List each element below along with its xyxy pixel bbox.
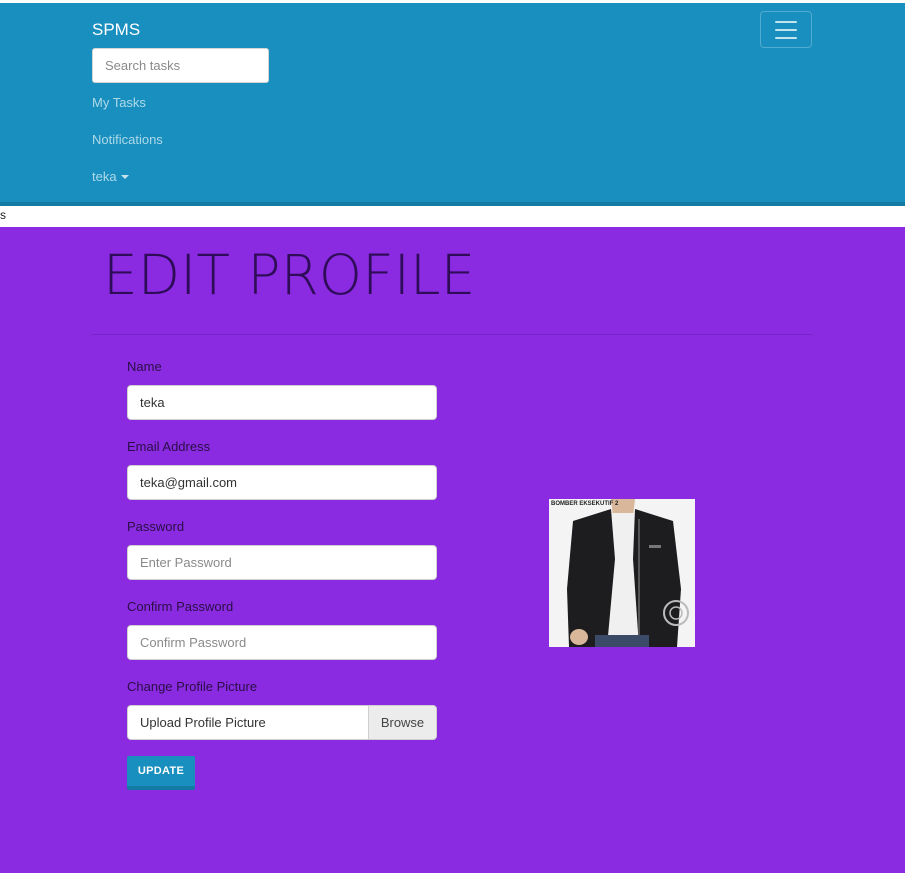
name-label: Name	[127, 359, 162, 374]
search-input[interactable]	[92, 48, 269, 83]
hamburger-icon-bar	[775, 20, 797, 23]
nav-link-notifications[interactable]: Notifications	[92, 132, 163, 147]
name-field[interactable]: teka	[127, 385, 437, 420]
nav-link-my-tasks[interactable]: My Tasks	[92, 95, 146, 110]
top-navbar: SPMS My Tasks Notifications teka	[0, 3, 905, 206]
password-label: Password	[127, 519, 185, 534]
profile-picture-upload[interactable]: Upload Profile Picture Browse	[127, 705, 437, 740]
browse-button[interactable]: Browse	[368, 705, 437, 740]
profile-picture: BOMBER EKSEKUTIF 2	[549, 499, 695, 647]
title-divider	[92, 334, 812, 335]
password-field[interactable]	[127, 545, 437, 580]
email-field[interactable]: teka@gmail.com	[127, 465, 437, 500]
edit-profile-section: EDIT PROFILE Name teka Email Address tek…	[0, 227, 905, 873]
confirm-password-label: Confirm Password	[127, 599, 234, 614]
confirm-password-field[interactable]	[127, 625, 437, 660]
user-dropdown[interactable]: teka	[92, 169, 129, 184]
hamburger-icon-bar	[775, 28, 797, 31]
update-button[interactable]: UPDATE	[127, 756, 195, 790]
profile-photo-illustration	[549, 499, 695, 647]
brand-logo[interactable]: SPMS	[92, 20, 140, 40]
stray-text: s	[0, 208, 6, 222]
user-dropdown-label: teka	[92, 169, 117, 184]
product-caption: BOMBER EKSEKUTIF 2	[551, 501, 619, 507]
hamburger-icon-bar	[775, 36, 797, 39]
page-title: EDIT PROFILE	[103, 243, 476, 307]
upload-file-input[interactable]: Upload Profile Picture	[127, 705, 368, 740]
email-label: Email Address	[127, 439, 211, 454]
caret-down-icon	[120, 175, 129, 179]
navbar-toggle-button[interactable]	[760, 11, 812, 48]
profile-picture-label: Change Profile Picture	[127, 679, 258, 694]
